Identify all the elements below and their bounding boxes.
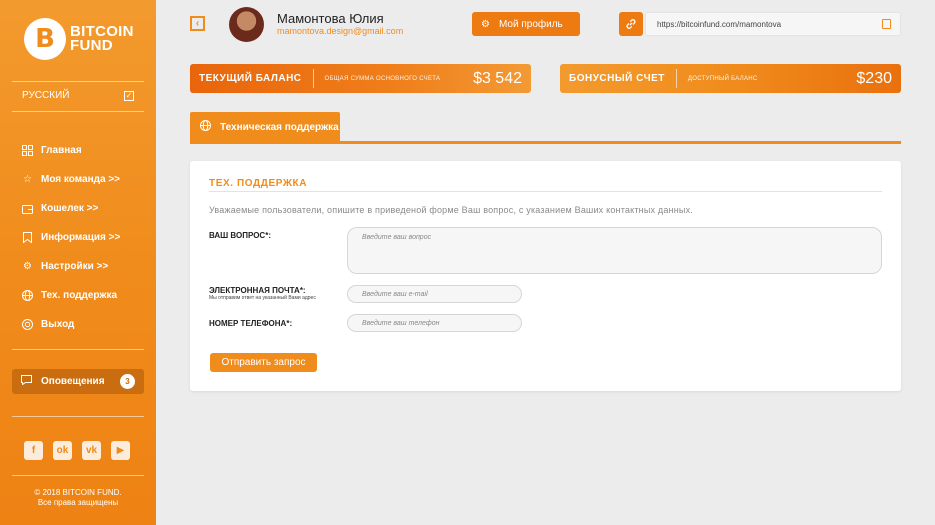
support-form-card: ТЕХ. ПОДДЕРЖКА Уважаемые пользователи, о…: [190, 161, 901, 391]
logo[interactable]: B BITCOIN FUND: [24, 18, 134, 60]
sidebar-item-team[interactable]: ☆ Моя команда >>: [22, 165, 120, 194]
sidebar-item-label: Кошелек >>: [41, 203, 99, 214]
wallet-icon: [22, 203, 33, 214]
logo-text: BITCOIN FUND: [70, 23, 134, 54]
sidebar-item-label: Тех. поддержка: [41, 290, 118, 301]
power-icon: [22, 319, 33, 330]
email-field[interactable]: Введите ваш e-mail: [347, 285, 522, 303]
divider: [675, 69, 677, 88]
bonus-balance-sub: ДОСТУПНЫЙ БАЛАНС: [687, 75, 758, 82]
current-balance-amount: $3 542: [473, 69, 522, 87]
bitcoin-logo-icon: B: [24, 18, 66, 60]
bonus-balance-amount: $230: [856, 69, 892, 87]
email-label: ЭЛЕКТРОННАЯ ПОЧТА*:: [209, 286, 306, 295]
bonus-balance-card: БОНУСНЫЙ СЧЕТ ДОСТУПНЫЙ БАЛАНС $230: [560, 64, 901, 93]
sidebar-item-support[interactable]: Тех. поддержка: [22, 281, 120, 310]
sidebar-item-settings[interactable]: ⚙ Настройки >>: [22, 252, 120, 281]
sidebar-item-info[interactable]: Информация >>: [22, 223, 120, 252]
divider: [209, 191, 882, 192]
sidebar-nav: Главная ☆ Моя команда >> Кошелек >> Инфо…: [22, 136, 120, 339]
divider: [12, 81, 144, 82]
bonus-balance-label: БОНУСНЫЙ СЧЕТ: [569, 73, 665, 84]
sidebar: B BITCOIN FUND РУССКИЙ ✓ Главная ☆ Моя к…: [0, 0, 156, 525]
question-textarea[interactable]: Введите ваш вопрос: [347, 227, 882, 274]
globe-icon: [200, 120, 211, 134]
divider: [312, 69, 314, 88]
divider: [12, 349, 144, 350]
copy-icon[interactable]: [882, 19, 891, 29]
referral-link-text: https://bitcoinfund.com/mamontova: [657, 19, 782, 29]
link-icon: [619, 12, 643, 36]
language-select[interactable]: РУССКИЙ ✓: [22, 90, 134, 101]
current-balance-label: ТЕКУЩИЙ БАЛАНС: [199, 73, 302, 84]
footer-copyright: © 2018 BITCOIN FUND. Все права защищены: [34, 488, 122, 507]
notifications-label: Оповещения: [41, 376, 105, 387]
star-icon: ☆: [23, 173, 32, 185]
tab-underline: [190, 141, 901, 144]
form-intro: Уважаемые пользователи, опишите в привед…: [209, 205, 693, 215]
referral-link-field[interactable]: https://bitcoinfund.com/mamontova: [645, 12, 901, 36]
facebook-icon[interactable]: f: [24, 441, 43, 460]
user-name: Мамонтова Юлия: [277, 11, 384, 26]
my-profile-label: Мой профиль: [498, 18, 563, 30]
sidebar-item-logout[interactable]: Выход: [22, 310, 120, 339]
globe-icon: [22, 290, 33, 301]
question-label: ВАШ ВОПРОС*:: [209, 231, 271, 240]
current-balance-sub: ОБЩАЯ СУММА ОСНОВНОГО СЧЁТА: [324, 75, 441, 82]
user-email[interactable]: mamontova.design@gmail.com: [277, 26, 403, 36]
back-button[interactable]: ‹: [190, 16, 205, 31]
divider: [12, 111, 144, 112]
grid-icon: [22, 145, 33, 156]
phone-label: НОМЕР ТЕЛЕФОНА*:: [209, 319, 293, 328]
notifications-button[interactable]: Оповещения 3: [12, 369, 144, 394]
sidebar-item-home[interactable]: Главная: [22, 136, 120, 165]
gear-icon: ⚙: [23, 260, 32, 272]
vk-icon[interactable]: vk: [82, 441, 101, 460]
submit-request-button[interactable]: Отправить запрос: [210, 353, 317, 372]
tab-support[interactable]: Техническая поддержка: [190, 112, 340, 142]
form-title: ТЕХ. ПОДДЕРЖКА: [209, 178, 308, 189]
sidebar-item-label: Информация >>: [41, 232, 121, 243]
sidebar-item-label: Главная: [41, 145, 82, 156]
message-icon: [21, 375, 32, 388]
notifications-count-badge: 3: [120, 374, 135, 389]
checkbox-icon: ✓: [124, 90, 134, 101]
my-profile-button[interactable]: ⚙ Мой профиль: [472, 12, 580, 36]
avatar[interactable]: [229, 7, 264, 42]
sidebar-item-wallet[interactable]: Кошелек >>: [22, 194, 120, 223]
email-hint: Мы отправим ответ на указанный Вами адре…: [209, 295, 316, 301]
language-label: РУССКИЙ: [22, 90, 70, 101]
tab-label: Техническая поддержка: [220, 121, 339, 133]
phone-field[interactable]: Введите ваш телефон: [347, 314, 522, 332]
divider: [12, 416, 144, 417]
gear-icon: ⚙: [481, 18, 490, 30]
divider: [12, 475, 144, 476]
youtube-icon[interactable]: ▶: [111, 441, 130, 460]
odnoklassniki-icon[interactable]: ok: [53, 441, 72, 460]
sidebar-item-label: Моя команда >>: [41, 174, 121, 185]
bookmark-icon: [22, 232, 33, 243]
current-balance-card: ТЕКУЩИЙ БАЛАНС ОБЩАЯ СУММА ОСНОВНОГО СЧЁ…: [190, 64, 531, 93]
sidebar-item-label: Настройки >>: [41, 261, 109, 272]
social-links: f ok vk ▶: [24, 441, 130, 460]
sidebar-item-label: Выход: [41, 319, 75, 330]
